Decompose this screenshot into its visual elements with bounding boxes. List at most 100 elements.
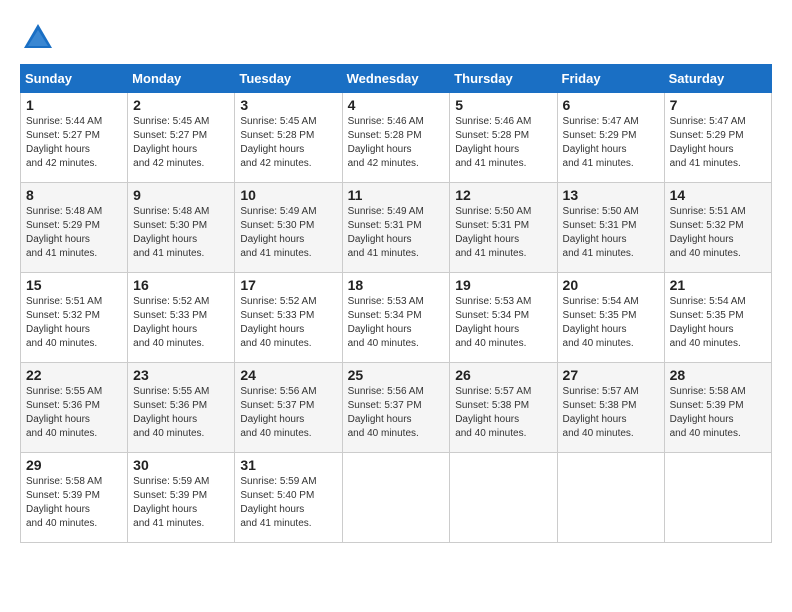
day-info: Sunrise: 5:51 AM Sunset: 5:32 PM Dayligh… [26,295,122,351]
calendar-cell: 1 Sunrise: 5:44 AM Sunset: 5:27 PM Dayli… [21,93,128,183]
day-info: Sunrise: 5:57 AM Sunset: 5:38 PM Dayligh… [455,385,551,441]
calendar-cell: 9 Sunrise: 5:48 AM Sunset: 5:30 PM Dayli… [128,183,235,273]
day-info: Sunrise: 5:44 AM Sunset: 5:27 PM Dayligh… [26,115,122,171]
calendar-cell: 24 Sunrise: 5:56 AM Sunset: 5:37 PM Dayl… [235,363,342,453]
day-info: Sunrise: 5:49 AM Sunset: 5:31 PM Dayligh… [348,205,445,261]
day-info: Sunrise: 5:55 AM Sunset: 5:36 PM Dayligh… [26,385,122,441]
calendar-cell: 19 Sunrise: 5:53 AM Sunset: 5:34 PM Dayl… [450,273,557,363]
day-info: Sunrise: 5:53 AM Sunset: 5:34 PM Dayligh… [455,295,551,351]
calendar-week-row: 29 Sunrise: 5:58 AM Sunset: 5:39 PM Dayl… [21,453,772,543]
day-number: 23 [133,367,229,383]
day-number: 25 [348,367,445,383]
day-info: Sunrise: 5:57 AM Sunset: 5:38 PM Dayligh… [563,385,659,441]
day-number: 5 [455,97,551,113]
day-number: 14 [670,187,766,203]
day-info: Sunrise: 5:50 AM Sunset: 5:31 PM Dayligh… [563,205,659,261]
day-number: 15 [26,277,122,293]
day-info: Sunrise: 5:50 AM Sunset: 5:31 PM Dayligh… [455,205,551,261]
calendar-cell: 14 Sunrise: 5:51 AM Sunset: 5:32 PM Dayl… [664,183,771,273]
day-info: Sunrise: 5:59 AM Sunset: 5:40 PM Dayligh… [240,475,336,531]
day-number: 28 [670,367,766,383]
calendar-cell: 7 Sunrise: 5:47 AM Sunset: 5:29 PM Dayli… [664,93,771,183]
day-info: Sunrise: 5:55 AM Sunset: 5:36 PM Dayligh… [133,385,229,441]
day-info: Sunrise: 5:58 AM Sunset: 5:39 PM Dayligh… [670,385,766,441]
calendar-cell: 29 Sunrise: 5:58 AM Sunset: 5:39 PM Dayl… [21,453,128,543]
day-number: 20 [563,277,659,293]
calendar-cell [557,453,664,543]
day-number: 8 [26,187,122,203]
calendar-cell: 18 Sunrise: 5:53 AM Sunset: 5:34 PM Dayl… [342,273,450,363]
calendar-cell: 28 Sunrise: 5:58 AM Sunset: 5:39 PM Dayl… [664,363,771,453]
calendar-cell: 25 Sunrise: 5:56 AM Sunset: 5:37 PM Dayl… [342,363,450,453]
day-number: 4 [348,97,445,113]
logo [20,20,62,56]
day-info: Sunrise: 5:48 AM Sunset: 5:29 PM Dayligh… [26,205,122,261]
day-info: Sunrise: 5:46 AM Sunset: 5:28 PM Dayligh… [455,115,551,171]
day-number: 16 [133,277,229,293]
calendar-cell: 11 Sunrise: 5:49 AM Sunset: 5:31 PM Dayl… [342,183,450,273]
calendar-cell: 31 Sunrise: 5:59 AM Sunset: 5:40 PM Dayl… [235,453,342,543]
weekday-header: Tuesday [235,65,342,93]
logo-icon [20,20,56,56]
header-row: SundayMondayTuesdayWednesdayThursdayFrid… [21,65,772,93]
calendar-week-row: 8 Sunrise: 5:48 AM Sunset: 5:29 PM Dayli… [21,183,772,273]
calendar-cell: 17 Sunrise: 5:52 AM Sunset: 5:33 PM Dayl… [235,273,342,363]
calendar-cell: 3 Sunrise: 5:45 AM Sunset: 5:28 PM Dayli… [235,93,342,183]
calendar-cell: 22 Sunrise: 5:55 AM Sunset: 5:36 PM Dayl… [21,363,128,453]
calendar-cell: 8 Sunrise: 5:48 AM Sunset: 5:29 PM Dayli… [21,183,128,273]
weekday-header: Friday [557,65,664,93]
day-info: Sunrise: 5:45 AM Sunset: 5:28 PM Dayligh… [240,115,336,171]
day-info: Sunrise: 5:45 AM Sunset: 5:27 PM Dayligh… [133,115,229,171]
calendar-cell: 10 Sunrise: 5:49 AM Sunset: 5:30 PM Dayl… [235,183,342,273]
day-info: Sunrise: 5:53 AM Sunset: 5:34 PM Dayligh… [348,295,445,351]
calendar-cell: 20 Sunrise: 5:54 AM Sunset: 5:35 PM Dayl… [557,273,664,363]
day-number: 29 [26,457,122,473]
day-info: Sunrise: 5:47 AM Sunset: 5:29 PM Dayligh… [563,115,659,171]
weekday-header: Sunday [21,65,128,93]
day-info: Sunrise: 5:49 AM Sunset: 5:30 PM Dayligh… [240,205,336,261]
day-info: Sunrise: 5:46 AM Sunset: 5:28 PM Dayligh… [348,115,445,171]
day-number: 27 [563,367,659,383]
day-number: 6 [563,97,659,113]
day-info: Sunrise: 5:56 AM Sunset: 5:37 PM Dayligh… [240,385,336,441]
weekday-header: Saturday [664,65,771,93]
weekday-header: Wednesday [342,65,450,93]
day-number: 1 [26,97,122,113]
calendar-table: SundayMondayTuesdayWednesdayThursdayFrid… [20,64,772,543]
calendar-cell: 13 Sunrise: 5:50 AM Sunset: 5:31 PM Dayl… [557,183,664,273]
calendar-cell: 6 Sunrise: 5:47 AM Sunset: 5:29 PM Dayli… [557,93,664,183]
day-number: 7 [670,97,766,113]
day-number: 21 [670,277,766,293]
calendar-cell [450,453,557,543]
calendar-cell: 2 Sunrise: 5:45 AM Sunset: 5:27 PM Dayli… [128,93,235,183]
day-info: Sunrise: 5:52 AM Sunset: 5:33 PM Dayligh… [133,295,229,351]
day-info: Sunrise: 5:58 AM Sunset: 5:39 PM Dayligh… [26,475,122,531]
day-number: 19 [455,277,551,293]
calendar-cell: 5 Sunrise: 5:46 AM Sunset: 5:28 PM Dayli… [450,93,557,183]
calendar-cell: 27 Sunrise: 5:57 AM Sunset: 5:38 PM Dayl… [557,363,664,453]
day-info: Sunrise: 5:56 AM Sunset: 5:37 PM Dayligh… [348,385,445,441]
header [20,20,772,56]
calendar-cell: 4 Sunrise: 5:46 AM Sunset: 5:28 PM Dayli… [342,93,450,183]
calendar-cell: 12 Sunrise: 5:50 AM Sunset: 5:31 PM Dayl… [450,183,557,273]
day-number: 24 [240,367,336,383]
weekday-header: Monday [128,65,235,93]
calendar-cell: 23 Sunrise: 5:55 AM Sunset: 5:36 PM Dayl… [128,363,235,453]
weekday-header: Thursday [450,65,557,93]
day-number: 31 [240,457,336,473]
day-number: 17 [240,277,336,293]
calendar-cell: 15 Sunrise: 5:51 AM Sunset: 5:32 PM Dayl… [21,273,128,363]
day-info: Sunrise: 5:54 AM Sunset: 5:35 PM Dayligh… [563,295,659,351]
calendar-cell: 21 Sunrise: 5:54 AM Sunset: 5:35 PM Dayl… [664,273,771,363]
day-info: Sunrise: 5:48 AM Sunset: 5:30 PM Dayligh… [133,205,229,261]
day-number: 10 [240,187,336,203]
calendar-cell: 16 Sunrise: 5:52 AM Sunset: 5:33 PM Dayl… [128,273,235,363]
day-info: Sunrise: 5:47 AM Sunset: 5:29 PM Dayligh… [670,115,766,171]
calendar-week-row: 15 Sunrise: 5:51 AM Sunset: 5:32 PM Dayl… [21,273,772,363]
calendar-week-row: 1 Sunrise: 5:44 AM Sunset: 5:27 PM Dayli… [21,93,772,183]
day-number: 2 [133,97,229,113]
day-info: Sunrise: 5:54 AM Sunset: 5:35 PM Dayligh… [670,295,766,351]
day-number: 18 [348,277,445,293]
day-number: 13 [563,187,659,203]
day-info: Sunrise: 5:51 AM Sunset: 5:32 PM Dayligh… [670,205,766,261]
